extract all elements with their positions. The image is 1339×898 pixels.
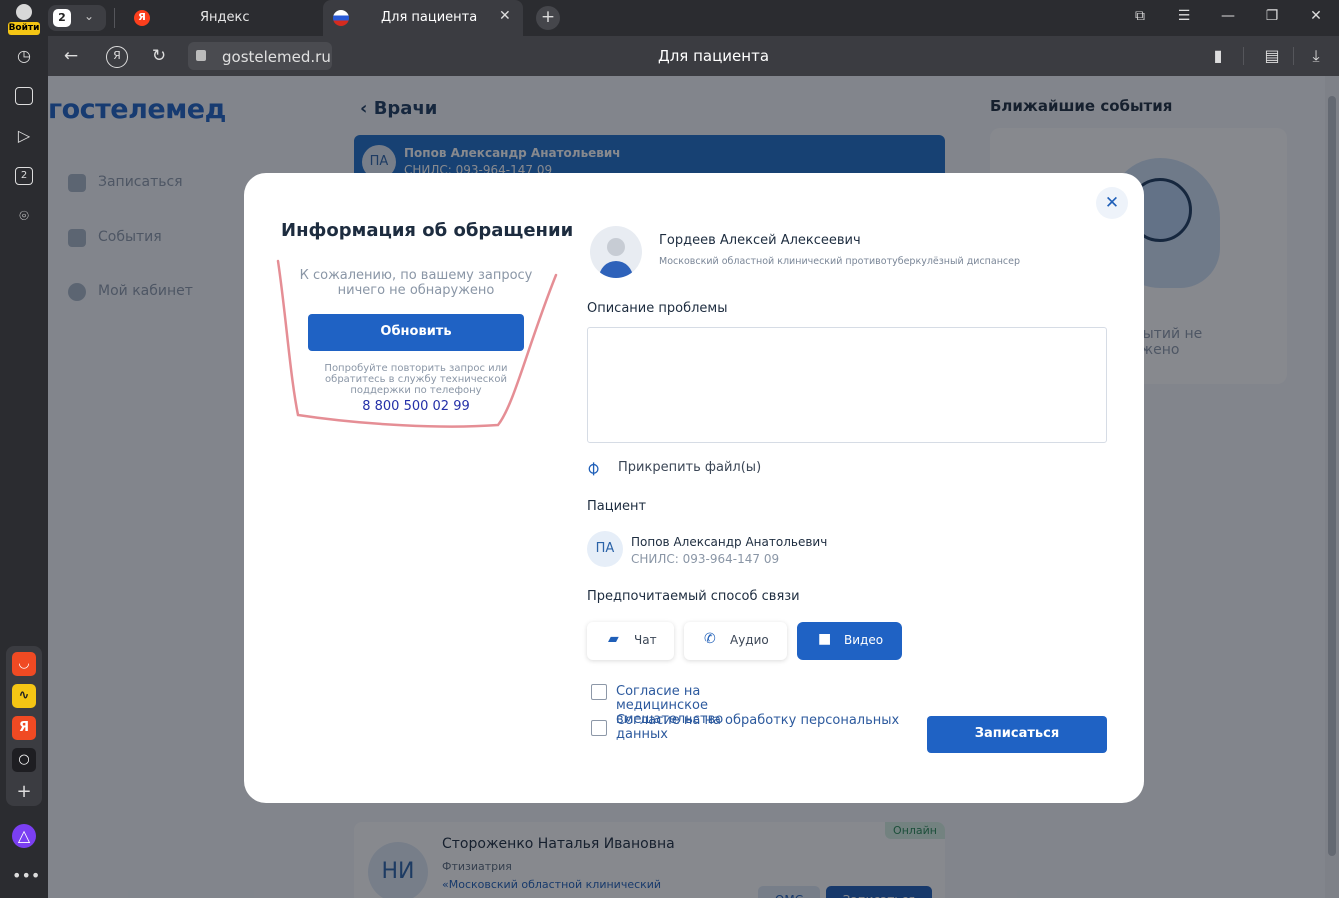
consent-label[interactable]: Согласие на на обработку персональных да… [616, 714, 916, 742]
reload-icon[interactable]: ↻ [148, 46, 170, 68]
sidebar-apps: ◡ ∿ Я ○ + [6, 646, 42, 806]
tab-count: 2 [53, 9, 71, 27]
info-title: Информация об обращении [281, 220, 574, 241]
attach-files-button[interactable]: ⌀ Прикрепить файл(ы) [581, 456, 787, 480]
site-favicon-icon [333, 10, 349, 26]
tabs-counter-button[interactable]: 2 ⌄ [48, 5, 106, 31]
patient-name: Попов Александр Анатольевич [631, 535, 828, 549]
url-field[interactable]: gostelemed.ru [188, 42, 332, 70]
contact-method-label: Предпочитаемый способ связи [587, 589, 800, 604]
nothing-found-text: К сожалению, по вашему запросу ничего не… [299, 268, 533, 298]
page-viewport: гостелемед Записаться События Мой кабине… [48, 76, 1339, 898]
restore-icon[interactable]: ❐ [1262, 8, 1282, 24]
browser-tab-bar: Войти 2 ⌄ Я Яндекс Для пациента ✕ + ⧉ ☰ … [0, 0, 1339, 36]
consent-personal-data-checkbox[interactable] [591, 720, 607, 736]
submit-appointment-button[interactable]: Записаться [927, 716, 1107, 753]
refresh-button[interactable]: Обновить [308, 314, 524, 351]
contact-label: Аудио [730, 633, 769, 647]
contact-label: Видео [844, 633, 884, 647]
pay-app-icon[interactable]: ∿ [12, 684, 36, 708]
problem-label: Описание проблемы [587, 301, 728, 316]
user-icon [16, 4, 32, 20]
tab-yandex[interactable]: Я Яндекс [122, 0, 318, 36]
doctor-name: Гордеев Алексей Алексеевич [659, 233, 861, 248]
minimize-icon[interactable]: — [1218, 8, 1238, 24]
doctor-org: Московский областной клинический противо… [659, 256, 1021, 267]
alice-icon[interactable]: △ [12, 824, 36, 848]
close-window-icon[interactable]: ✕ [1306, 8, 1326, 24]
close-icon[interactable]: ✕ [1096, 187, 1128, 219]
tab-active-patient[interactable]: Для пациента ✕ [323, 0, 523, 36]
tab-title: Яндекс [200, 10, 250, 25]
hint-text: Попробуйте повторить запрос или обратите… [324, 363, 508, 396]
appointment-modal: ✕ Информация об обращении К сожалению, п… [244, 173, 1144, 803]
music-app-icon[interactable]: ○ [12, 748, 36, 772]
yandex-favicon-icon: Я [134, 10, 150, 26]
more-icon[interactable]: ••• [12, 864, 40, 888]
browser-sidebar: ◷ ▷ 2 ⌾ ◡ ∿ Я ○ + △ ••• [0, 36, 48, 898]
login-button[interactable]: Войти [8, 4, 40, 35]
bookmark-icon[interactable]: ▮ [1208, 46, 1228, 65]
address-bar: ← Я ↻ gostelemed.ru Для пациента ▮ ▤ ⤓ [48, 36, 1339, 76]
market-app-icon[interactable]: ◡ [12, 652, 36, 676]
download-icon[interactable]: ⤓ [1306, 46, 1326, 66]
chevron-down-icon: ⌄ [84, 9, 95, 23]
page-title: Для пациента [658, 47, 770, 65]
menu-icon[interactable]: ☰ [1174, 8, 1194, 24]
doctor-avatar [590, 226, 642, 278]
phone-icon: ✆ [704, 631, 716, 647]
login-label: Войти [8, 22, 40, 35]
play-icon[interactable]: ▷ [12, 124, 36, 148]
attach-label: Прикрепить файл(ы) [618, 460, 762, 475]
yandex-icon[interactable]: Я [106, 46, 128, 68]
avatar-head [607, 238, 625, 256]
paperclip-icon: ⌀ [580, 456, 605, 480]
contact-audio-button[interactable]: ✆ Аудио [684, 622, 787, 660]
tabs-icon[interactable] [15, 87, 33, 105]
patient-snils: СНИЛС: 093-964-147 09 [631, 552, 780, 566]
contact-video-button[interactable]: ■ Видео [797, 622, 902, 660]
history-icon[interactable]: ◷ [12, 44, 36, 68]
chat-icon: ▰ [608, 631, 619, 647]
yandex-app-icon[interactable]: Я [12, 716, 36, 740]
avatar: ПА [587, 531, 623, 567]
divider [1243, 47, 1244, 65]
counter-icon[interactable]: 2 [15, 167, 33, 185]
url-text: gostelemed.ru [222, 48, 331, 66]
close-tab-icon[interactable]: ✕ [499, 8, 511, 24]
divider [1293, 47, 1294, 65]
video-camera-icon: ■ [818, 631, 832, 647]
consent-medical-checkbox[interactable] [591, 684, 607, 700]
back-arrow-icon[interactable]: ← [60, 46, 82, 68]
patient-label: Пациент [587, 499, 647, 514]
add-app-icon[interactable]: + [12, 780, 36, 804]
tab-title: Для пациента [381, 10, 478, 25]
contact-label: Чат [634, 633, 657, 647]
collections-icon[interactable]: ⧉ [1130, 8, 1150, 24]
problem-description-field[interactable] [587, 327, 1107, 443]
lock-icon [196, 50, 206, 61]
contact-chat-button[interactable]: ▰ Чат [587, 622, 674, 660]
support-phone-link[interactable]: 8 800 500 02 99 [316, 399, 516, 414]
reader-icon[interactable]: ▤ [1262, 46, 1282, 65]
avatar-body [599, 261, 633, 278]
new-tab-button[interactable]: + [536, 6, 560, 30]
screenshot-icon[interactable]: ⌾ [12, 204, 36, 228]
divider [114, 8, 115, 28]
